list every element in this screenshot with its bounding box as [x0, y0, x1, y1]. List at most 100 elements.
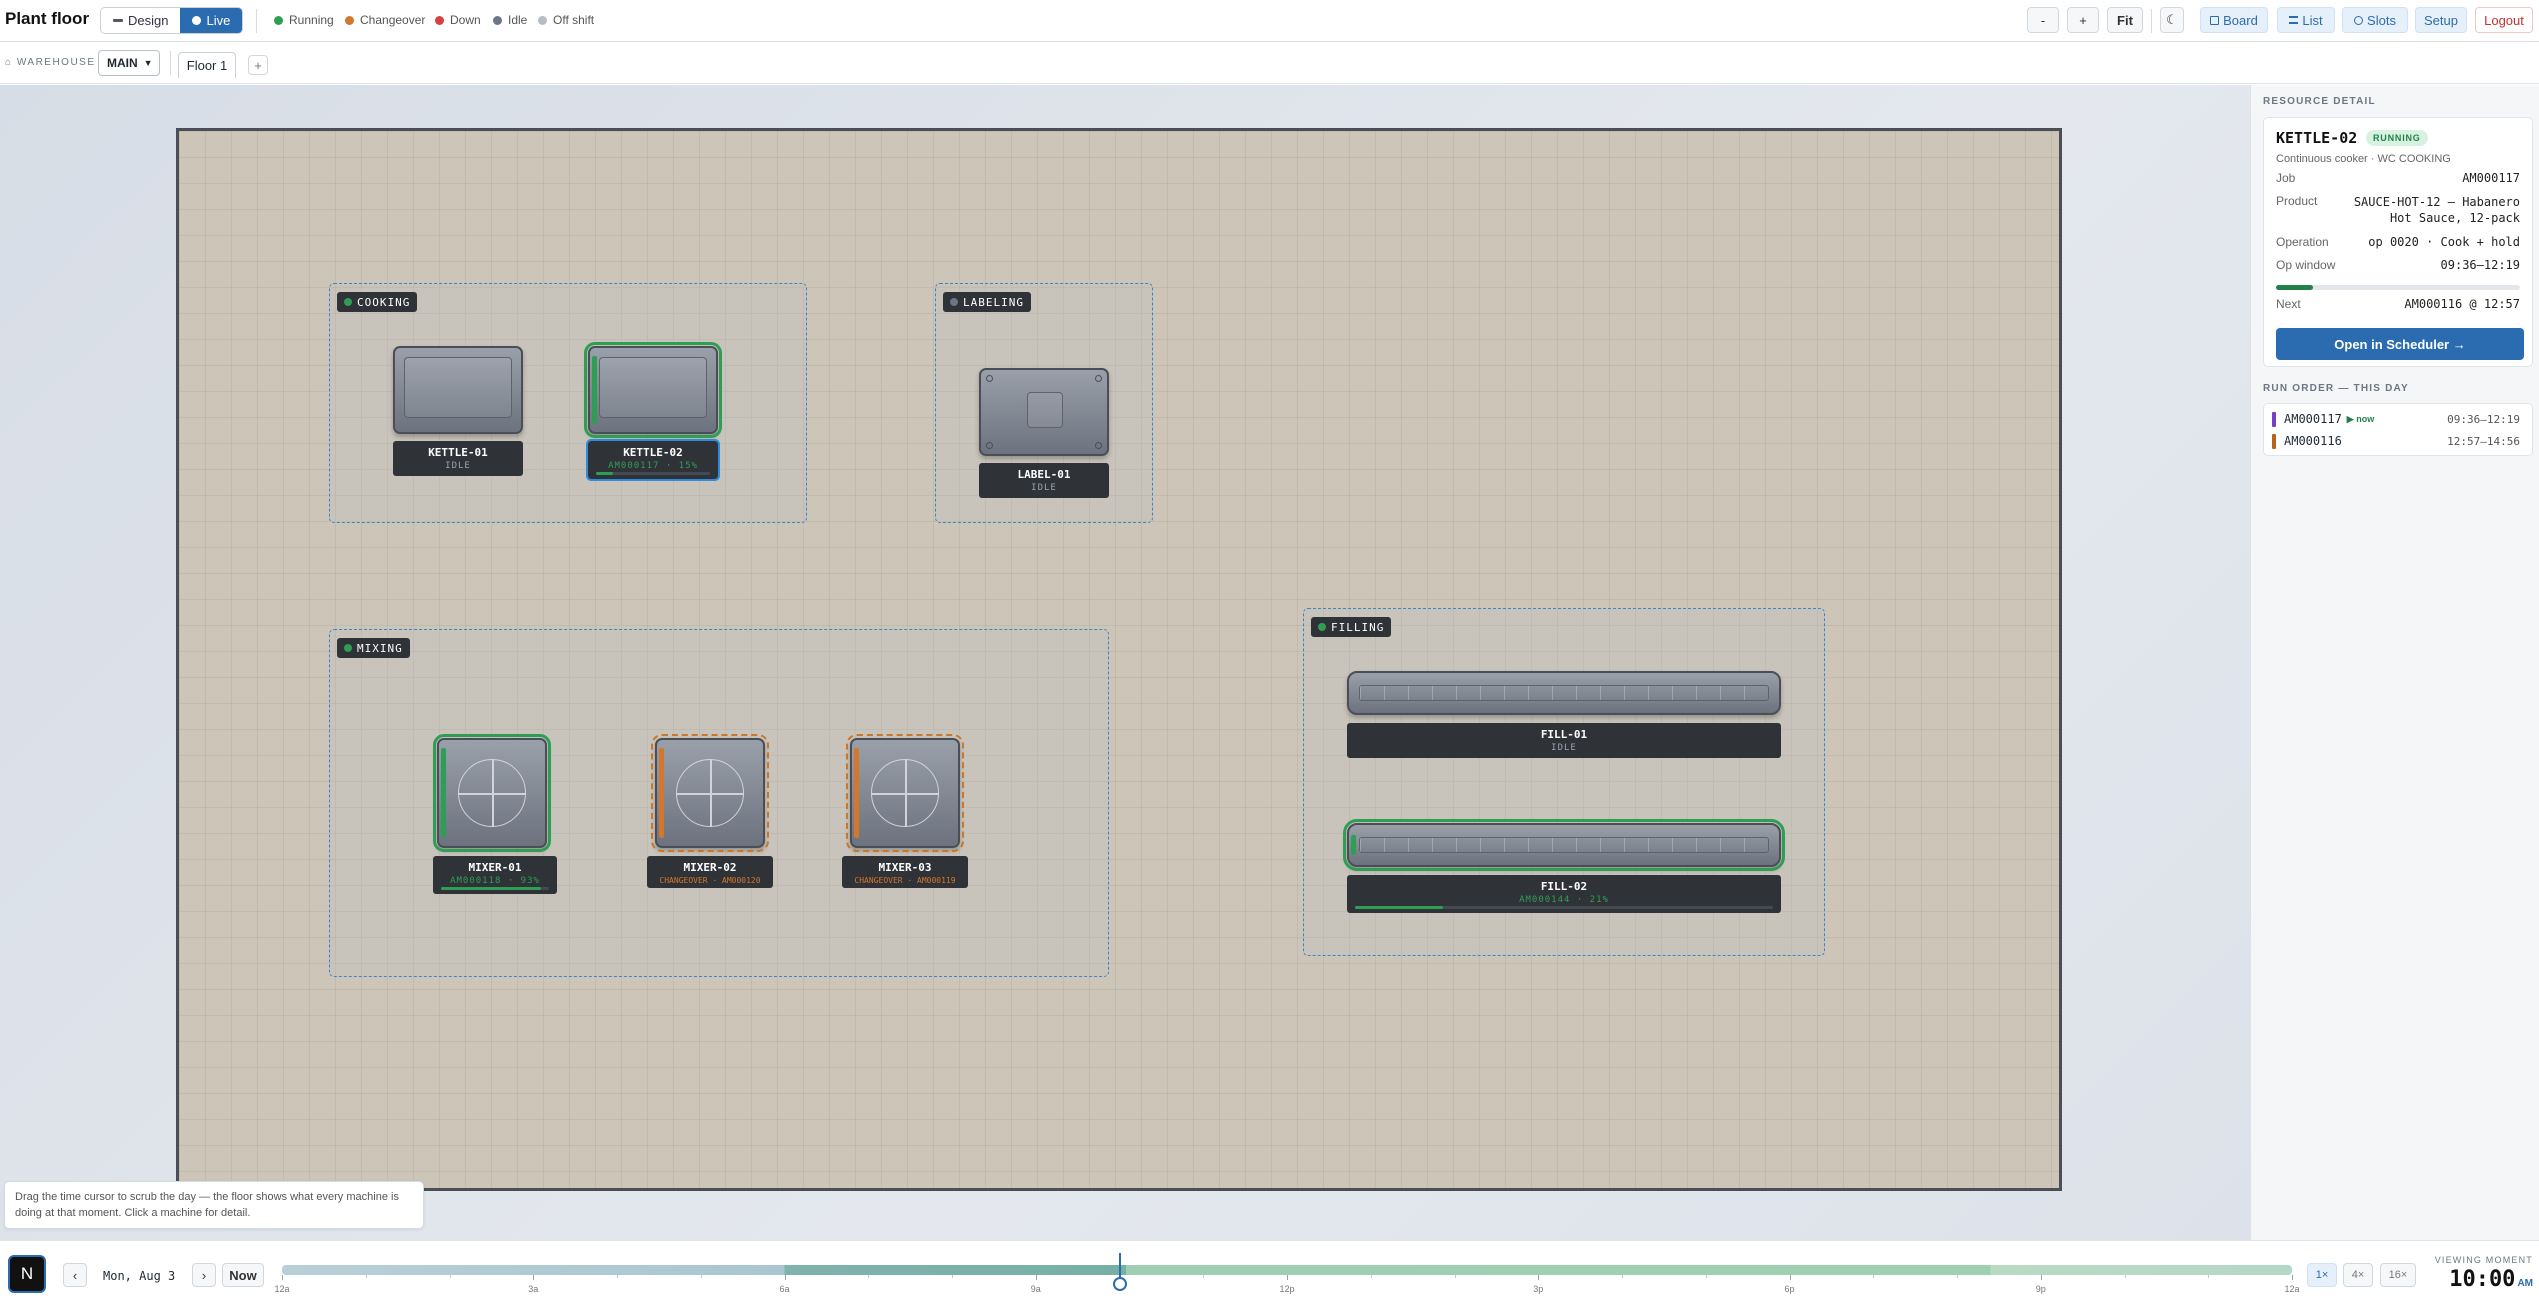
top-bar: Plant floor Design Live Running Changeov…: [0, 0, 2539, 42]
kettle-02-body[interactable]: [584, 342, 722, 438]
divider: [170, 51, 171, 75]
run-order-title: RUN ORDER — THIS DAY: [2263, 383, 2409, 394]
operation-row: Operation op 0020 · Cook + hold: [2276, 235, 2520, 249]
down-dot-icon: [435, 15, 444, 25]
theme-toggle-button[interactable]: ☾: [2160, 7, 2184, 33]
timeline-minor-tick: [868, 1275, 870, 1278]
fill-02-body[interactable]: [1343, 819, 1785, 871]
speed-1x-button[interactable]: 1×: [2307, 1263, 2337, 1287]
timeline-tick: [1538, 1275, 1540, 1280]
job-color-bar: [2272, 433, 2276, 449]
timeline-minor-tick: [700, 1275, 702, 1278]
speed-4x-button[interactable]: 4×: [2343, 1263, 2373, 1287]
fill-02-progress: [1355, 906, 1773, 909]
timeline-tick: [1287, 1275, 1288, 1280]
speed-16x-button[interactable]: 16×: [2380, 1263, 2416, 1287]
add-floor-button[interactable]: +: [248, 55, 268, 75]
op-window-progress: [2276, 285, 2520, 290]
fit-button[interactable]: Fit: [2107, 7, 2143, 33]
pencil-icon: [113, 19, 123, 22]
label-01-body[interactable]: [979, 368, 1109, 456]
kettle-02-label[interactable]: KETTLE-02 AM000117 · 15%: [586, 439, 720, 481]
timeline-tick-label: 9p: [2035, 1284, 2046, 1294]
kettle-02-progress: [596, 472, 710, 475]
bolt-icon: [986, 375, 993, 382]
live-dot-icon: [192, 16, 202, 25]
fill-01-body[interactable]: [1347, 671, 1781, 715]
now-button[interactable]: Now: [222, 1263, 264, 1287]
slots-button[interactable]: Slots: [2342, 7, 2408, 33]
agitator-cross-icon: [676, 793, 744, 795]
timeline-tick: [282, 1275, 283, 1280]
zoom-in-button[interactable]: +: [2067, 7, 2099, 33]
timeline-minor-tick: [2208, 1275, 2210, 1278]
setup-button[interactable]: Setup: [2415, 7, 2467, 33]
mixer-01-body[interactable]: [433, 734, 551, 852]
timeline-track[interactable]: [282, 1265, 2292, 1275]
status-stripe: [854, 748, 859, 838]
resource-detail-card: KETTLE-02 RUNNING Continuous cooker · WC…: [2263, 117, 2533, 367]
fill-01-label[interactable]: FILL-01 IDLE: [1347, 723, 1781, 758]
list-button[interactable]: List: [2277, 7, 2335, 33]
run-order-list: AM000117 ▶ now 09:36–12:19 AM000116 12:5…: [2263, 403, 2533, 456]
zoom-out-button[interactable]: -: [2027, 7, 2059, 33]
app-logo[interactable]: N: [8, 1255, 46, 1293]
status-dot-icon: [344, 644, 352, 652]
timeline-tick: [1789, 1275, 1791, 1280]
next-row: Next AM000116 @ 12:57: [2276, 297, 2520, 311]
status-dot-icon: [950, 298, 958, 306]
label-01-label[interactable]: LABEL-01 IDLE: [979, 463, 1109, 498]
kettle-01-body[interactable]: [393, 346, 523, 434]
timeline-minor-tick: [449, 1275, 451, 1278]
logout-button[interactable]: Logout: [2475, 7, 2533, 33]
design-mode-button[interactable]: Design: [101, 8, 180, 33]
timeline-tick: [784, 1275, 786, 1280]
zone-label-filling: FILLING: [1311, 617, 1392, 637]
timeline-minor-tick: [952, 1275, 953, 1278]
open-in-scheduler-button[interactable]: Open in Scheduler →: [2276, 328, 2524, 360]
timeline-tick: [2040, 1275, 2042, 1280]
status-dot-icon: [344, 298, 352, 306]
resource-name: KETTLE-02: [2276, 129, 2358, 147]
status-stripe: [659, 748, 664, 838]
timeline-tick-label: 6p: [1784, 1284, 1795, 1294]
timeline-minor-tick: [617, 1275, 618, 1278]
warehouse-select[interactable]: MAIN ▼: [98, 50, 160, 76]
timeline-minor-tick: [1873, 1275, 1875, 1278]
prev-day-button[interactable]: ‹: [63, 1263, 87, 1287]
mixer-03-body[interactable]: [846, 734, 964, 852]
viewing-label: VIEWING MOMENT: [2434, 1255, 2533, 1265]
tab-floor-1[interactable]: Floor 1: [178, 52, 236, 78]
board-button[interactable]: Board: [2200, 7, 2268, 33]
help-tip: Drag the time cursor to scrub the day — …: [4, 1181, 424, 1229]
mixer-02-label[interactable]: MIXER-02 CHANGEOVER · AM000120: [647, 856, 773, 888]
moon-icon: ☾: [2166, 12, 2178, 27]
mixer-03-label[interactable]: MIXER-03 CHANGEOVER · AM000119: [842, 856, 968, 888]
time-cursor-handle[interactable]: [1112, 1277, 1127, 1291]
fill-02-label[interactable]: FILL-02 AM000144 · 21%: [1347, 875, 1781, 913]
divider: [256, 9, 257, 33]
warehouse-label: ⌂ WAREHOUSE: [5, 57, 96, 68]
agitator-cross-icon: [871, 793, 939, 795]
mixer-02-body[interactable]: [651, 734, 769, 852]
timeline-tick-label: 3p: [1533, 1284, 1544, 1294]
agitator-cross-icon: [458, 793, 526, 795]
timeline-minor-tick: [2124, 1275, 2126, 1278]
run-order-item[interactable]: AM000116 12:57–14:56: [2272, 432, 2520, 450]
timeline-tick-label: 12a: [2284, 1284, 2300, 1294]
resource-subtitle: Continuous cooker · WC COOKING: [2276, 153, 2451, 165]
floor-canvas[interactable]: COOKING LABELING MIXING FILLING KETTLE-0…: [0, 85, 2250, 1240]
floor-plan[interactable]: COOKING LABELING MIXING FILLING KETTLE-0…: [176, 128, 2062, 1191]
list-icon: [2289, 16, 2299, 24]
viewing-time: 10:00 AM: [2449, 1267, 2533, 1292]
live-mode-button[interactable]: Live: [180, 8, 243, 33]
clock-icon: [2354, 15, 2364, 25]
mixer-01-label[interactable]: MIXER-01 AM000118 · 93%: [433, 856, 557, 894]
next-day-button[interactable]: ›: [192, 1263, 216, 1287]
mode-toggle: Design Live: [100, 7, 244, 34]
legend-running: Running: [274, 13, 334, 27]
kettle-01-label[interactable]: KETTLE-01 IDLE: [393, 441, 523, 476]
run-order-item[interactable]: AM000117 ▶ now 09:36–12:19: [2272, 410, 2520, 428]
chevron-down-icon: ▼: [143, 58, 153, 68]
timeline-minor-tick: [1454, 1275, 1456, 1278]
